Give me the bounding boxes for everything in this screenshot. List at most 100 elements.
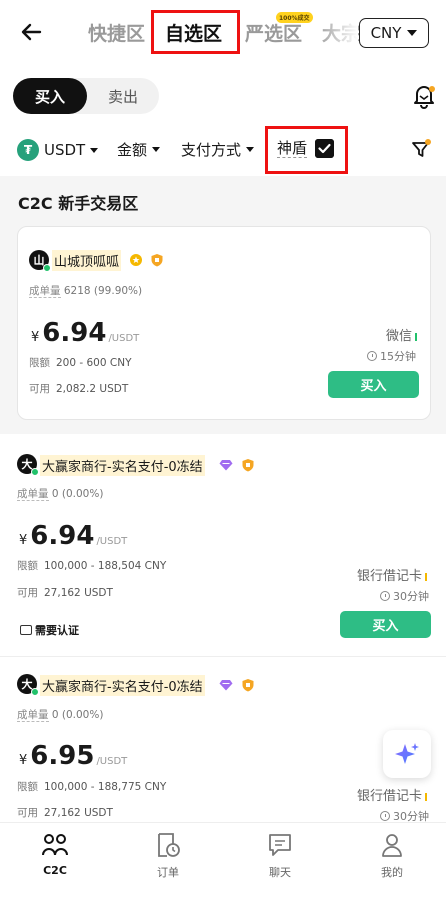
price-value: 6.94	[42, 318, 107, 348]
order-count-value: 0 (0.00%)	[51, 709, 104, 721]
payment-color-bar	[415, 332, 418, 341]
buy-tab[interactable]: 买入	[13, 78, 87, 114]
limit-row: 限额 100,000 - 188,775 CNY	[17, 779, 166, 794]
merchant-name[interactable]: 大赢家商行-实名支付-0冻结	[40, 675, 205, 696]
available-value: 2,082.2 USDT	[56, 383, 129, 395]
available-row: 可用 27,162 USDT	[17, 585, 113, 600]
order-icon	[158, 833, 180, 857]
order-count-label: 成单量	[17, 709, 49, 722]
price: ¥ 6.94 /USDT	[19, 521, 127, 551]
available-value: 27,162 USDT	[44, 587, 113, 599]
merchant-name[interactable]: 山城顶呱呱	[52, 250, 122, 271]
filter-funnel-icon[interactable]	[410, 138, 432, 160]
price-unit: /USDT	[96, 756, 128, 767]
listing-divider	[0, 656, 446, 657]
nav-orders[interactable]: 订单	[133, 831, 203, 880]
tab-badge: 100%成交	[276, 12, 313, 23]
merchant-name[interactable]: 大赢家商行-实名支付-0冻结	[40, 455, 205, 476]
tab-highlight-box	[151, 10, 240, 54]
notification-bell-icon[interactable]	[410, 82, 438, 110]
payment-time-value: 30分钟	[393, 590, 429, 603]
order-count: 成单量 6218 (99.90%)	[29, 283, 142, 298]
people-icon	[42, 834, 68, 856]
verification-tag: 需要认证	[20, 622, 79, 638]
avatar: 大	[17, 674, 39, 696]
payment-color-bar	[425, 792, 428, 801]
price: ¥ 6.94 /USDT	[31, 318, 139, 348]
tab-quick[interactable]: 快捷区	[88, 19, 145, 46]
currency-symbol: ¥	[19, 533, 28, 548]
payment-method-label: 银行借记卡	[357, 789, 423, 804]
order-count: 成单量 0 (0.00%)	[17, 707, 103, 722]
available-row: 可用 27,162 USDT	[17, 805, 113, 820]
limit-label: 限额	[17, 781, 38, 793]
payment-time-value: 15分钟	[380, 350, 416, 363]
available-label: 可用	[29, 383, 50, 395]
buy-button[interactable]: 买入	[328, 371, 419, 398]
payment-method-label: 银行借记卡	[357, 569, 423, 584]
clock-icon	[380, 811, 390, 821]
order-count-label: 成单量	[29, 285, 61, 298]
online-dot-icon	[43, 264, 51, 272]
nav-label: C2C	[43, 864, 67, 877]
order-count-label: 成单量	[17, 488, 49, 501]
price-value: 6.94	[30, 521, 95, 551]
online-dot-icon	[31, 468, 39, 476]
online-dot-icon	[31, 688, 39, 696]
limit-label: 限额	[29, 357, 50, 369]
amount-filter-label: 金额	[117, 141, 148, 159]
payment-method: 微信	[386, 325, 418, 344]
usdt-logo-icon: ₮	[17, 139, 39, 161]
payment-filter[interactable]: 支付方式	[181, 139, 255, 160]
top-header: 快捷区 自选区 严选区 100%成交 大宗 CNY	[0, 0, 446, 64]
buy-button[interactable]: 买入	[340, 611, 431, 638]
payment-method: 银行借记卡	[357, 565, 428, 584]
nav-profile[interactable]: 我的	[357, 831, 427, 880]
limit-label: 限额	[17, 560, 38, 572]
tab-selected[interactable]: 严选区	[245, 19, 302, 46]
tab-fade-overlay	[316, 14, 358, 50]
ai-assistant-button[interactable]	[383, 730, 431, 778]
coin-filter[interactable]: ₮ USDT	[17, 139, 99, 161]
available-label: 可用	[17, 587, 38, 599]
chevron-down-icon	[90, 147, 99, 153]
limit-value: 100,000 - 188,775 CNY	[44, 781, 167, 793]
clock-icon	[367, 351, 377, 361]
payment-color-bar	[425, 572, 428, 581]
avatar: 大	[17, 454, 39, 476]
shield-badge-icon	[242, 679, 254, 692]
nav-c2c[interactable]: C2C	[20, 831, 90, 877]
payment-time: 15分钟	[367, 348, 416, 364]
avatar: 山	[29, 250, 51, 272]
diamond-badge-icon	[219, 460, 233, 471]
amount-filter[interactable]: 金额	[117, 139, 161, 160]
shield-badge-icon	[151, 254, 163, 267]
payment-filter-label: 支付方式	[181, 141, 242, 159]
limit-value: 200 - 600 CNY	[56, 357, 132, 369]
available-value: 27,162 USDT	[44, 807, 113, 819]
payment-method: 银行借记卡	[357, 785, 428, 804]
order-count: 成单量 0 (0.00%)	[17, 486, 103, 501]
verification-label: 需要认证	[35, 624, 79, 637]
available-row: 可用 2,082.2 USDT	[29, 381, 128, 396]
limit-value: 100,000 - 188,504 CNY	[44, 560, 167, 572]
chat-icon	[269, 834, 291, 856]
available-label: 可用	[17, 807, 38, 819]
diamond-badge-icon	[219, 680, 233, 691]
currency-select[interactable]: CNY	[359, 18, 429, 48]
gold-medal-icon	[130, 254, 142, 266]
chevron-down-icon	[407, 30, 418, 36]
clock-icon	[380, 591, 390, 601]
back-arrow-icon[interactable]	[18, 18, 46, 46]
currency-symbol: ¥	[31, 330, 40, 345]
buy-sell-toggle: 买入 卖出	[13, 78, 159, 114]
nav-label: 我的	[381, 866, 403, 879]
price: ¥ 6.95 /USDT	[19, 741, 127, 771]
shield-checkbox[interactable]	[315, 139, 334, 158]
shield-filter-label[interactable]: 神盾	[277, 139, 308, 158]
sell-tab[interactable]: 卖出	[87, 78, 159, 114]
nav-chat[interactable]: 聊天	[245, 831, 315, 880]
order-count-value: 6218 (99.90%)	[63, 285, 143, 297]
id-card-icon	[20, 625, 32, 635]
chevron-down-icon	[152, 147, 161, 152]
